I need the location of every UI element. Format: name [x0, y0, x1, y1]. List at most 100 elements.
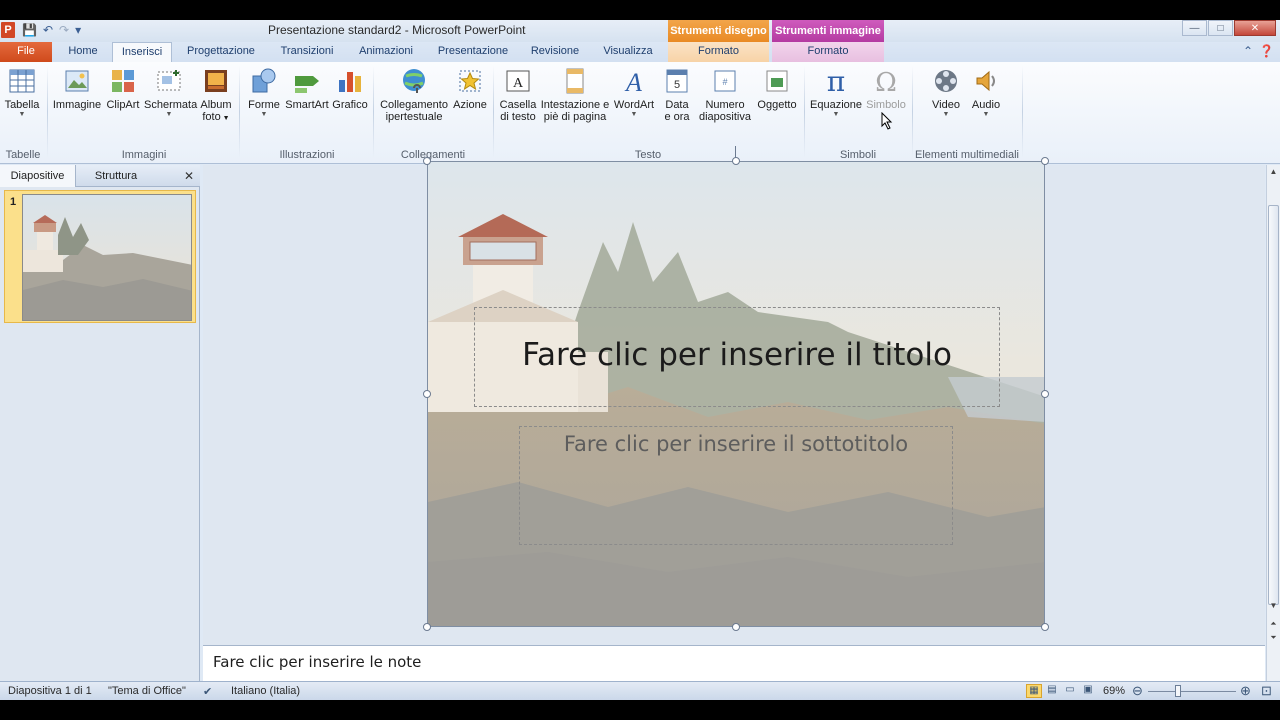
normal-view-icon[interactable]: ▦ — [1026, 684, 1042, 698]
tab-home[interactable]: Home — [58, 42, 108, 62]
tab-slideshow[interactable]: Presentazione — [432, 42, 514, 62]
equation-button[interactable]: π Equazione ▼ — [808, 66, 864, 119]
resize-handle[interactable] — [1041, 157, 1049, 165]
tab-format-picture[interactable]: Formato — [772, 42, 884, 62]
film-reel-icon — [935, 70, 957, 92]
notes-placeholder[interactable]: Fare clic per inserire le note — [213, 653, 421, 671]
zoom-out-icon[interactable]: ⊖ — [1132, 683, 1143, 699]
chart-button[interactable]: Grafico — [331, 66, 369, 111]
tab-outline[interactable]: Struttura — [78, 165, 154, 187]
chevron-down-icon: ▼ — [18, 111, 26, 118]
spellcheck-icon[interactable]: ✔ — [203, 685, 212, 698]
shapes-label: Forme — [248, 99, 280, 111]
header-footer-button[interactable]: Intestazione e piè di pagina — [539, 66, 611, 123]
slide-number-button[interactable]: # Numero diapositiva — [696, 66, 754, 123]
tab-format-drawing[interactable]: Formato — [668, 42, 769, 62]
resize-handle[interactable] — [1041, 390, 1049, 398]
close-icon[interactable]: ✕ — [184, 169, 194, 183]
clipart-label: ClipArt — [106, 99, 140, 111]
tab-review[interactable]: Revisione — [526, 42, 584, 62]
notes-scrollbar[interactable] — [1266, 645, 1280, 681]
resize-handle[interactable] — [423, 623, 431, 631]
slide-subtitle-placeholder-text[interactable]: Fare clic per inserire il sottotitolo — [519, 432, 953, 456]
resize-handle[interactable] — [423, 390, 431, 398]
zoom-slider-knob[interactable] — [1175, 685, 1181, 697]
table-button[interactable]: Tabella ▼ — [4, 66, 40, 119]
tab-transitions[interactable]: Transizioni — [274, 42, 340, 62]
slides-panel: Diapositive Struttura ✕ 1 — [0, 165, 200, 700]
symbol-button[interactable]: Ω Simbolo — [864, 66, 908, 111]
video-button[interactable]: Video ▼ — [926, 66, 966, 119]
shapes-button[interactable]: Forme ▼ — [245, 66, 283, 119]
tab-file[interactable]: File — [0, 42, 52, 62]
object-button[interactable]: Oggetto — [755, 66, 799, 111]
date-time-button[interactable]: 5 Data e ora — [660, 66, 694, 123]
tab-design[interactable]: Progettazione — [180, 42, 262, 62]
slide-sorter-view-icon[interactable]: ▤ — [1044, 684, 1060, 698]
customize-qat-icon[interactable]: ▾ — [75, 22, 81, 38]
chevron-down-icon: ▼ — [260, 111, 268, 118]
slide-thumbnail[interactable] — [22, 194, 192, 321]
ribbon-insert: Tabella ▼ Tabelle Immagine ClipArt Scher… — [0, 62, 1280, 164]
wordart-button[interactable]: A WordArt ▼ — [612, 66, 656, 119]
language-indicator[interactable]: Italiano (Italia) — [231, 685, 300, 697]
rotation-handle-line — [735, 146, 736, 158]
group-label-media: Elementi multimediali — [915, 149, 1019, 161]
resize-handle[interactable] — [1041, 623, 1049, 631]
zoom-slider-track[interactable] — [1148, 691, 1236, 692]
tab-view[interactable]: Visualizza — [596, 42, 660, 62]
undo-icon[interactable]: ↶ — [43, 22, 53, 38]
slideshow-view-icon[interactable]: ▣ — [1080, 684, 1096, 698]
clipart-button[interactable]: ClipArt — [104, 66, 142, 111]
photo-album-button[interactable]: Album foto ▼ — [196, 66, 236, 125]
smartart-button[interactable]: SmartArt — [285, 66, 329, 111]
smartart-label: SmartArt — [285, 99, 329, 111]
slide-title-placeholder-text[interactable]: Fare clic per inserire il titolo — [474, 337, 1000, 373]
powerpoint-app-icon[interactable]: P — [1, 22, 15, 38]
chevron-down-icon: ▼ — [982, 111, 990, 118]
photo-album-label-1: Album — [200, 99, 232, 111]
screenshot-label: Schermata — [144, 99, 198, 111]
group-separator — [804, 66, 805, 158]
notes-pane[interactable]: Fare clic per inserire le note — [203, 645, 1265, 681]
resize-handle[interactable] — [732, 157, 740, 165]
picture-button[interactable]: Immagine — [52, 66, 102, 111]
zoom-level[interactable]: 69% — [1103, 685, 1125, 697]
tab-slides[interactable]: Diapositive — [0, 165, 76, 187]
vertical-scrollbar[interactable]: ▲ ▼ ⏶ ⏷ — [1266, 165, 1280, 660]
help-icon[interactable]: ❓ — [1259, 44, 1274, 58]
screenshot-button[interactable]: Schermata ▼ — [144, 66, 198, 119]
maximize-button[interactable]: □ — [1208, 20, 1233, 36]
previous-slide-icon[interactable]: ⏶ — [1267, 619, 1280, 629]
scrollbar-thumb[interactable] — [1268, 205, 1279, 605]
audio-button[interactable]: Audio ▼ — [968, 66, 1004, 119]
header-footer-icon — [566, 68, 584, 94]
clipart-icon — [112, 70, 134, 92]
collapse-ribbon-icon[interactable]: ⌃ — [1243, 44, 1253, 58]
textbox-button[interactable]: A Casella di testo — [498, 66, 538, 123]
scroll-up-icon[interactable]: ▲ — [1267, 167, 1280, 176]
hyperlink-button[interactable]: Collegamento ipertestuale — [378, 66, 450, 123]
redo-icon[interactable]: ↷ — [59, 22, 69, 38]
svg-text:5: 5 — [674, 79, 680, 91]
reading-view-icon[interactable]: ▭ — [1062, 684, 1078, 698]
group-separator — [493, 66, 494, 158]
svg-text:A: A — [513, 76, 524, 91]
resize-handle[interactable] — [732, 623, 740, 631]
resize-handle[interactable] — [423, 157, 431, 165]
video-label: Video — [932, 99, 960, 111]
save-icon[interactable]: 💾 — [22, 22, 37, 38]
next-slide-icon[interactable]: ⏷ — [1267, 633, 1280, 643]
slide-number: 1 — [10, 196, 17, 208]
close-button[interactable]: ✕ — [1234, 20, 1276, 36]
scroll-down-icon[interactable]: ▼ — [1267, 601, 1280, 610]
tab-insert[interactable]: Inserisci — [112, 42, 172, 62]
minimize-button[interactable]: — — [1182, 20, 1207, 36]
chevron-down-icon: ▼ — [832, 111, 840, 118]
fit-to-window-icon[interactable]: ⊡ — [1261, 683, 1272, 699]
zoom-in-icon[interactable]: ⊕ — [1240, 683, 1251, 699]
theme-name[interactable]: "Tema di Office" — [108, 685, 186, 697]
action-button[interactable]: Azione — [452, 66, 488, 111]
tab-animations[interactable]: Animazioni — [352, 42, 420, 62]
header-footer-label-1: Intestazione e — [540, 99, 610, 111]
